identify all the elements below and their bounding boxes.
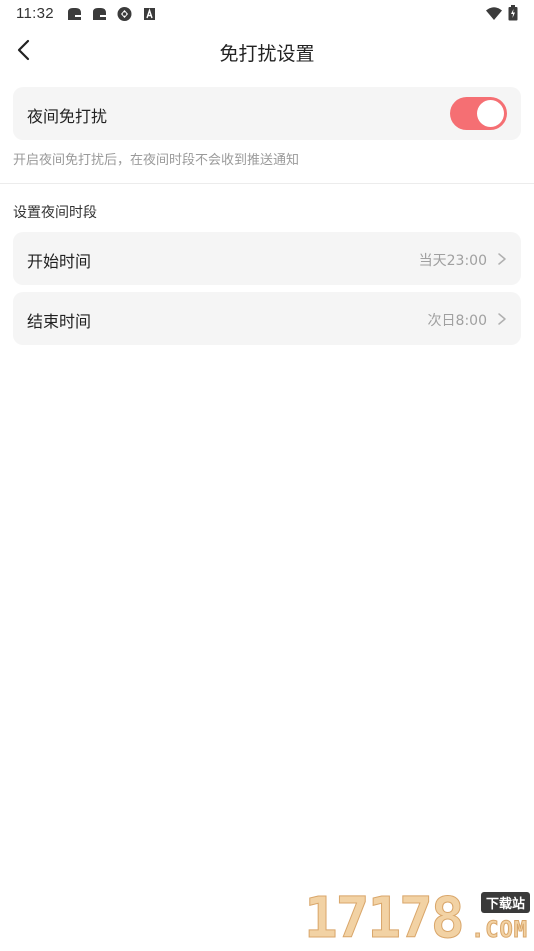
watermark-number: 17178 (304, 886, 466, 951)
status-bar: 11:32 (0, 0, 534, 28)
end-time-value: 次日8:00 (427, 313, 487, 329)
toggle-knob (477, 100, 504, 127)
start-time-row[interactable]: 开始时间 当天23:00 (13, 232, 521, 285)
night-mode-label: 夜间免打扰 (27, 107, 108, 126)
battery-icon (508, 5, 518, 25)
end-time-label: 结束时间 (27, 312, 92, 331)
page-title: 免打扰设置 (219, 43, 315, 65)
watermark-domain: .COM (471, 918, 528, 944)
start-time-label: 开始时间 (27, 252, 92, 271)
section-divider (0, 183, 534, 184)
night-mode-toggle[interactable] (450, 97, 507, 130)
system-icons (485, 5, 518, 25)
night-mode-hint: 开启夜间免打扰后，在夜间时段不会收到推送通知 (13, 153, 300, 168)
chevron-right-icon (495, 251, 509, 265)
period-section-title: 设置夜间时段 (13, 205, 97, 221)
watermark-logo: 17178 下载站 .COM (304, 886, 534, 951)
notification-app-icon (91, 6, 108, 22)
start-time-value: 当天23:00 (418, 253, 487, 269)
chevron-right-icon (495, 311, 509, 325)
notification-icons (66, 6, 158, 22)
watermark-badge: 下载站 (480, 892, 530, 913)
notification-app-icon (66, 6, 83, 22)
night-mode-card: 夜间免打扰 (13, 87, 521, 140)
end-time-row[interactable]: 结束时间 次日8:00 (13, 292, 521, 345)
wifi-icon (485, 6, 503, 25)
notification-sync-icon (116, 6, 133, 22)
notification-a-icon (141, 6, 158, 22)
nav-bar: 免打扰设置 (0, 30, 534, 74)
status-time: 11:32 (16, 5, 54, 22)
